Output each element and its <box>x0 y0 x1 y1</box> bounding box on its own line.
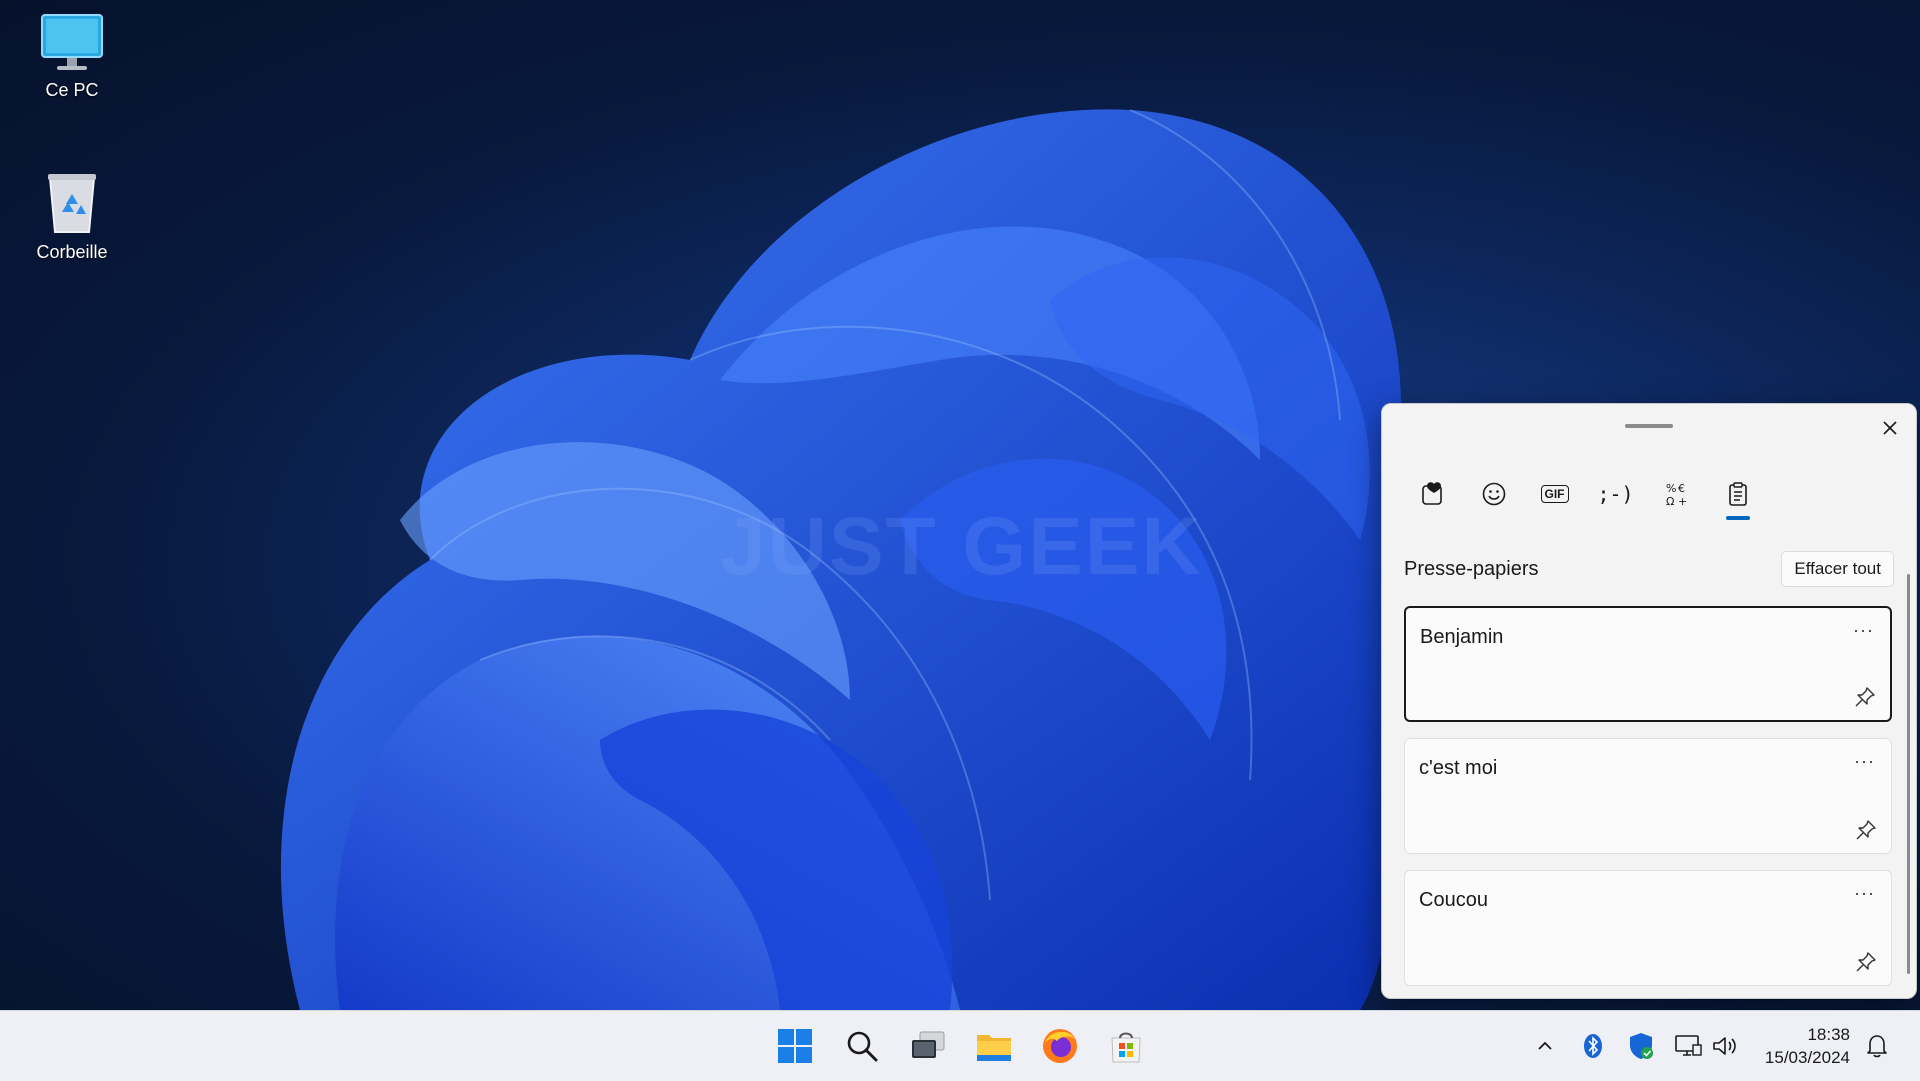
svg-text:%: % <box>1666 482 1676 495</box>
watermark: JUST GEEK <box>720 501 1203 592</box>
notifications-button[interactable] <box>1862 1031 1892 1061</box>
clipboard-item[interactable]: c'est moi ··· <box>1404 738 1892 854</box>
volume-button[interactable] <box>1710 1031 1740 1061</box>
clipboard-title: Presse-papiers <box>1404 558 1539 580</box>
windows-security-button[interactable] <box>1626 1031 1656 1061</box>
recycle-bin-icon <box>48 174 96 233</box>
microsoft-store-icon <box>1111 1032 1141 1063</box>
task-view-button[interactable] <box>905 1023 951 1069</box>
bluetooth-icon <box>1584 1034 1602 1058</box>
search-button[interactable] <box>839 1023 885 1069</box>
clear-all-button[interactable]: Effacer tout <box>1781 551 1894 587</box>
clipboard-item-text: Coucou <box>1419 889 1488 911</box>
pin-icon[interactable] <box>1855 819 1877 841</box>
tab-symbols[interactable]: % € Ω + <box>1646 464 1707 524</box>
clock-date: 15/03/2024 <box>1764 1048 1850 1067</box>
svg-text:Ω: Ω <box>1666 495 1674 507</box>
panel-tabs: GIF ;-) % € Ω + <box>1402 464 1768 524</box>
close-button[interactable] <box>1876 414 1904 442</box>
network-icon <box>1675 1035 1702 1056</box>
file-explorer-button[interactable] <box>971 1023 1017 1069</box>
file-explorer-icon <box>977 1035 1011 1061</box>
monitor-icon <box>41 14 103 70</box>
more-options-icon[interactable]: ··· <box>1854 883 1875 904</box>
start-icon <box>778 1029 812 1063</box>
tab-clipboard[interactable] <box>1707 464 1768 524</box>
search-icon <box>847 1031 878 1062</box>
close-icon <box>1883 421 1897 435</box>
clock-time: 18:38 <box>1807 1025 1850 1044</box>
desktop-icon-label: Corbeille <box>36 242 108 262</box>
task-view-icon <box>912 1031 945 1058</box>
clipboard-icon <box>1728 482 1747 506</box>
microsoft-store-button[interactable] <box>1103 1023 1149 1069</box>
gif-label: GIF <box>1544 487 1565 501</box>
clipboard-panel: GIF ;-) % € Ω + Presse-papiers Effacer t… <box>1381 403 1917 999</box>
pin-icon[interactable] <box>1855 951 1877 973</box>
network-button[interactable] <box>1673 1031 1703 1061</box>
tab-favorites[interactable] <box>1402 464 1463 524</box>
volume-icon <box>1713 1037 1736 1055</box>
firefox-button[interactable] <box>1037 1023 1083 1069</box>
clock[interactable]: 18:38 15/03/2024 <box>1765 1023 1850 1069</box>
taskbar: 18:38 15/03/2024 <box>0 1010 1920 1081</box>
bell-icon <box>1867 1035 1887 1058</box>
pin-icon[interactable] <box>1854 686 1876 708</box>
favorites-icon <box>1421 482 1442 505</box>
gif-icon: GIF <box>1540 485 1569 503</box>
svg-text:+: + <box>1678 495 1687 507</box>
show-hidden-icons-button[interactable] <box>1530 1031 1560 1061</box>
bluetooth-button[interactable] <box>1578 1031 1608 1061</box>
tab-gif[interactable]: GIF <box>1524 464 1585 524</box>
tab-kaomoji[interactable]: ;-) <box>1585 464 1646 524</box>
symbols-icon: % € Ω + <box>1666 482 1687 507</box>
drag-handle[interactable] <box>1625 424 1673 428</box>
desktop-icon-recycle-bin[interactable]: Corbeille <box>17 168 127 263</box>
clipboard-list: Benjamin ··· c'est moi ··· Coucou ··· <box>1404 606 1892 998</box>
svg-text:€: € <box>1678 482 1685 495</box>
clipboard-item-text: Benjamin <box>1420 626 1504 648</box>
more-options-icon[interactable]: ··· <box>1854 751 1875 772</box>
clipboard-item[interactable]: Benjamin ··· <box>1404 606 1892 722</box>
scrollbar[interactable] <box>1907 574 1910 974</box>
security-shield-icon <box>1630 1033 1653 1059</box>
kaomoji-icon: ;-) <box>1597 482 1634 506</box>
more-options-icon[interactable]: ··· <box>1853 620 1874 641</box>
tab-emoji[interactable] <box>1463 464 1524 524</box>
desktop-icon-this-pc[interactable]: Ce PC <box>17 12 127 101</box>
clipboard-item[interactable]: Coucou ··· <box>1404 870 1892 986</box>
clipboard-item-text: c'est moi <box>1419 757 1498 779</box>
firefox-icon <box>1043 1029 1077 1063</box>
desktop-icon-label: Ce PC <box>45 80 99 100</box>
start-button[interactable] <box>772 1023 818 1069</box>
chevron-up-icon <box>1538 1041 1552 1050</box>
emoji-icon <box>1482 482 1505 506</box>
